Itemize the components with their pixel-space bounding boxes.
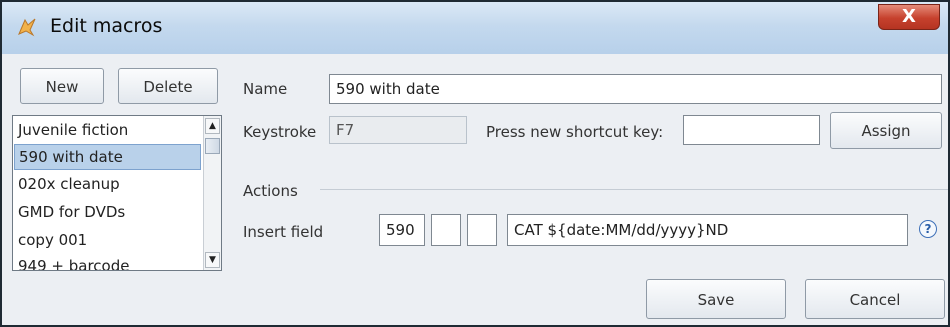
close-icon: X — [902, 6, 916, 27]
list-item[interactable]: copy 001 — [14, 228, 201, 254]
list-item[interactable]: GMD for DVDs — [14, 200, 201, 226]
keystroke-value: F7 — [329, 116, 467, 144]
new-macro-button[interactable]: New — [20, 68, 104, 104]
indicator2-input[interactable] — [467, 214, 497, 246]
edit-macros-window: Edit macros X New Delete Juvenile fictio… — [0, 0, 950, 327]
shortcut-key-input[interactable] — [683, 115, 820, 145]
save-button[interactable]: Save — [646, 279, 786, 319]
tag-input[interactable]: 590 — [379, 214, 425, 246]
scroll-down-icon[interactable]: ▼ — [205, 252, 220, 268]
title-bar: Edit macros X — [2, 2, 948, 54]
indicator1-input[interactable] — [431, 214, 461, 246]
cancel-button[interactable]: Cancel — [805, 279, 945, 319]
list-item[interactable]: 020x cleanup — [14, 172, 201, 198]
name-field[interactable]: 590 with date — [329, 74, 942, 104]
list-item[interactable]: 949 + barcode — [14, 254, 201, 270]
assign-button[interactable]: Assign — [830, 112, 942, 149]
keystroke-label: Keystroke — [243, 123, 317, 141]
shortcut-label: Press new shortcut key: — [486, 123, 664, 141]
list-item-selected[interactable]: 590 with date — [14, 144, 201, 170]
macro-list[interactable]: Juvenile fiction 590 with date 020x clea… — [12, 115, 222, 271]
insert-field-label: Insert field — [243, 223, 324, 241]
window-title: Edit macros — [50, 15, 163, 37]
app-icon — [18, 18, 36, 37]
help-icon[interactable]: ? — [919, 220, 937, 238]
actions-divider — [320, 189, 948, 190]
list-item[interactable]: Juvenile fiction — [14, 118, 201, 144]
field-content-input[interactable]: CAT ${date:MM/dd/yyyy}ND — [507, 214, 908, 246]
actions-section-label: Actions — [243, 182, 298, 200]
name-label: Name — [243, 80, 288, 98]
scroll-thumb[interactable] — [205, 138, 220, 154]
scroll-up-icon[interactable]: ▲ — [205, 118, 220, 134]
close-button[interactable]: X — [878, 4, 940, 30]
list-scrollbar[interactable]: ▲ ▼ — [203, 116, 221, 270]
delete-macro-button[interactable]: Delete — [118, 68, 218, 104]
